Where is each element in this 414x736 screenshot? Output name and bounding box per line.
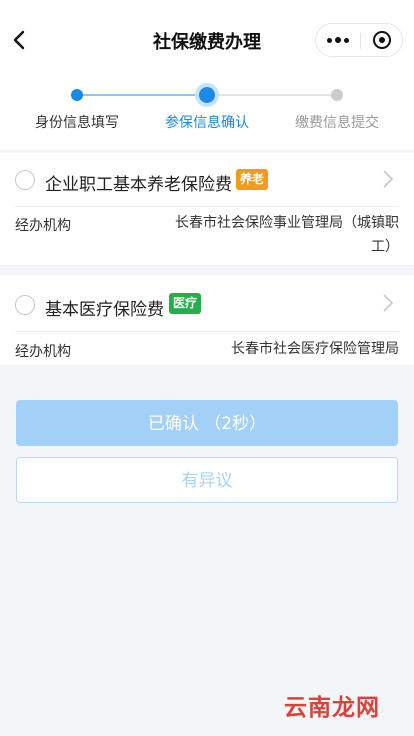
insurance-row-pension[interactable]: 企业职工基本养老保险费 养老 [0,153,414,206]
step-dot-active [199,87,215,103]
step-label-payment-submit: 缴费信息提交 [295,115,379,131]
insurance-card-medical: 基本医疗保险费 医疗 经办机构 长春市社会医疗保险管理局 [0,275,414,365]
step-label-insurance-confirm: 参保信息确认 [165,115,249,131]
tag-pension-badge: 养老 [236,169,269,190]
close-button[interactable] [361,24,403,56]
step-connector-pending [207,94,337,96]
field-label-agency: 经办机构 [15,218,71,234]
confirm-button[interactable]: 已确认 （2秒） [16,400,398,446]
chevron-right-icon [383,170,394,188]
agency-line-1: 长春市社会保险事业管理局（城镇职 [175,215,399,231]
mini-program-capsule [315,23,403,57]
more-button[interactable] [316,24,360,56]
insurance-row-medical[interactable]: 基本医疗保险费 医疗 [0,275,414,331]
step-dot-pending [331,89,343,101]
step-dot-done [71,89,83,101]
agency-line-2: 工） [371,239,399,255]
progress-stepper: 身份信息填写 参保信息确认 缴费信息提交 [0,84,414,134]
field-value-agency: 长春市社会医疗保险管理局 [231,341,399,357]
divider [15,331,399,332]
field-label-agency: 经办机构 [15,344,71,360]
header-bar: 社保缴费办理 身份信息填写 参保信息确认 缴费信息提交 [0,0,414,150]
field-value-agency: 长春市社会保险事业管理局（城镇职 工） [175,211,399,259]
dispute-button[interactable]: 有异议 [16,457,398,503]
step-label-identity: 身份信息填写 [35,115,119,131]
divider [15,206,399,207]
select-radio-pension[interactable] [15,170,35,190]
insurance-title-medical: 基本医疗保险费 [45,300,164,320]
step-connector-done [77,94,207,96]
select-radio-medical[interactable] [15,295,35,315]
chevron-right-icon [383,294,394,312]
tag-medical-badge: 医疗 [169,293,202,314]
watermark-logo: 云南龙网 [284,695,380,721]
insurance-title-pension: 企业职工基本养老保险费 [45,175,232,195]
insurance-card-pension: 企业职工基本养老保险费 养老 经办机构 长春市社会保险事业管理局（城镇职 工） [0,153,414,265]
